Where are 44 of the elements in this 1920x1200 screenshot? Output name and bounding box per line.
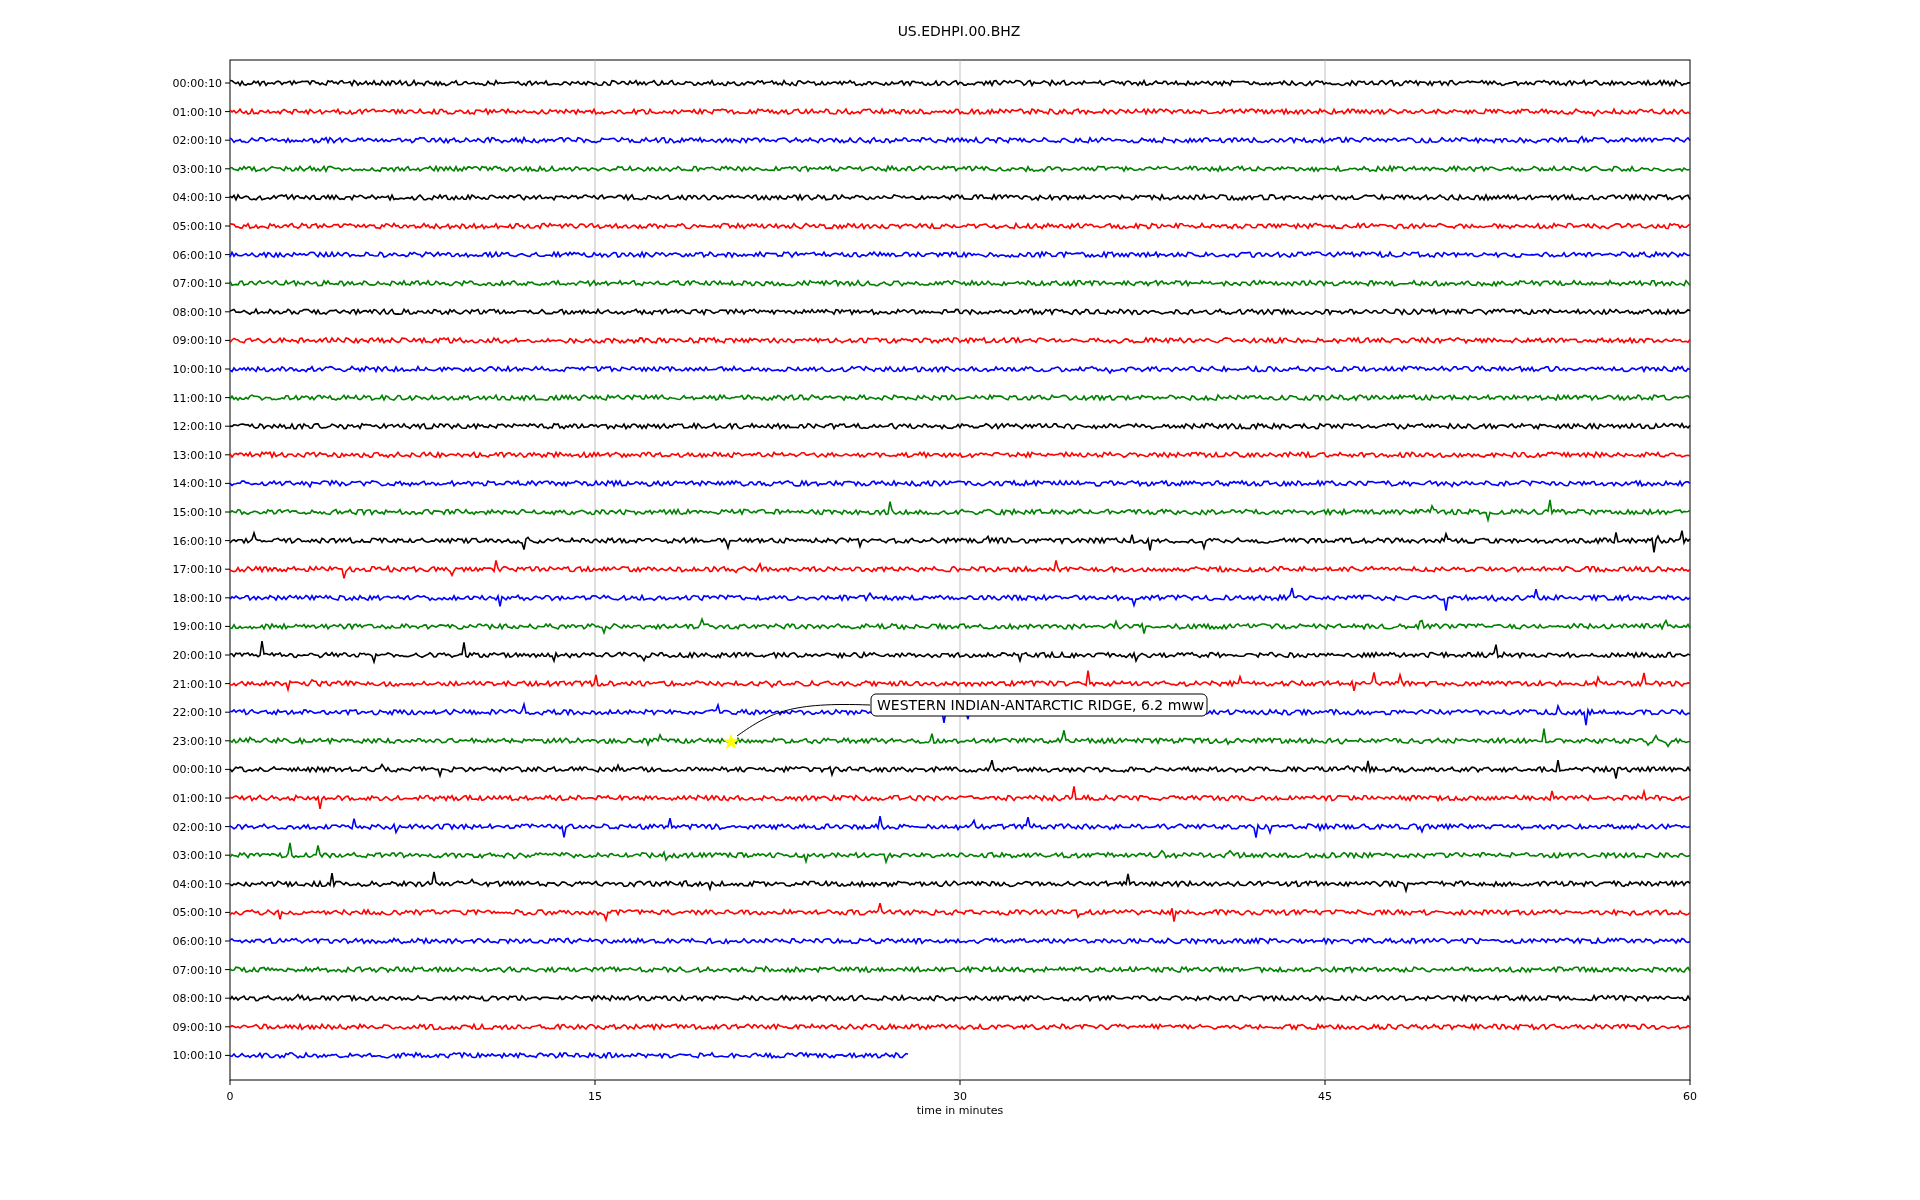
time-label: 01:00:10: [172, 792, 222, 805]
time-label: 03:00:10: [172, 849, 222, 863]
time-label: 05:00:10: [172, 906, 222, 920]
time-label: 05:00:10: [172, 220, 222, 233]
axis-title: time in minutes: [916, 1104, 1004, 1117]
time-label: 02:00:10: [172, 820, 222, 834]
time-label: 04:00:10: [172, 877, 222, 891]
time-label: 08:00:10: [172, 992, 222, 1006]
time-label: 16:00:10: [172, 534, 222, 548]
axis-tick-label: 60: [1683, 1090, 1697, 1103]
time-label: 15:00:10: [172, 506, 222, 519]
axis-tick-label: 15: [588, 1090, 602, 1103]
time-label: 10:00:10: [172, 1049, 222, 1063]
time-label: 23:00:10: [172, 734, 222, 748]
time-label: 13:00:10: [172, 448, 222, 462]
time-label: 01:00:10: [172, 105, 222, 119]
time-label: 09:00:10: [172, 1020, 222, 1034]
time-label: 06:00:10: [172, 935, 222, 948]
time-label: 00:00:10: [172, 763, 222, 777]
time-label: 22:00:10: [172, 706, 222, 720]
axis-tick-label: 30: [953, 1090, 967, 1103]
time-label: 07:00:10: [172, 963, 222, 977]
plot-title: US.EDHPI.00.BHZ: [897, 23, 1021, 39]
time-label: 03:00:10: [172, 162, 222, 176]
time-label: 21:00:10: [172, 677, 222, 691]
time-label: 17:00:10: [172, 563, 222, 577]
axis-tick-label: 45: [1318, 1090, 1332, 1103]
time-label: 04:00:10: [172, 191, 222, 205]
annotation-label: WESTERN INDIAN-ANTARCTIC RIDGE, 6.2 mww: [870, 693, 1208, 717]
time-label: 09:00:10: [172, 334, 222, 348]
time-label: 07:00:10: [172, 277, 222, 291]
time-label: 12:00:10: [172, 420, 222, 434]
star-icon: [722, 733, 740, 749]
time-label: 20:00:10: [172, 649, 222, 662]
time-label: 00:00:10: [172, 77, 222, 90]
time-label: 02:00:10: [172, 134, 222, 148]
axis-tick-label: 0: [226, 1090, 234, 1103]
time-label: 10:00:10: [172, 363, 222, 376]
time-label: 08:00:10: [172, 305, 222, 319]
time-label: 11:00:10: [172, 391, 222, 405]
time-label: 06:00:10: [172, 248, 222, 262]
time-label: 19:00:10: [172, 620, 222, 634]
time-label: 14:00:10: [172, 477, 222, 491]
time-label: 18:00:10: [172, 591, 222, 605]
